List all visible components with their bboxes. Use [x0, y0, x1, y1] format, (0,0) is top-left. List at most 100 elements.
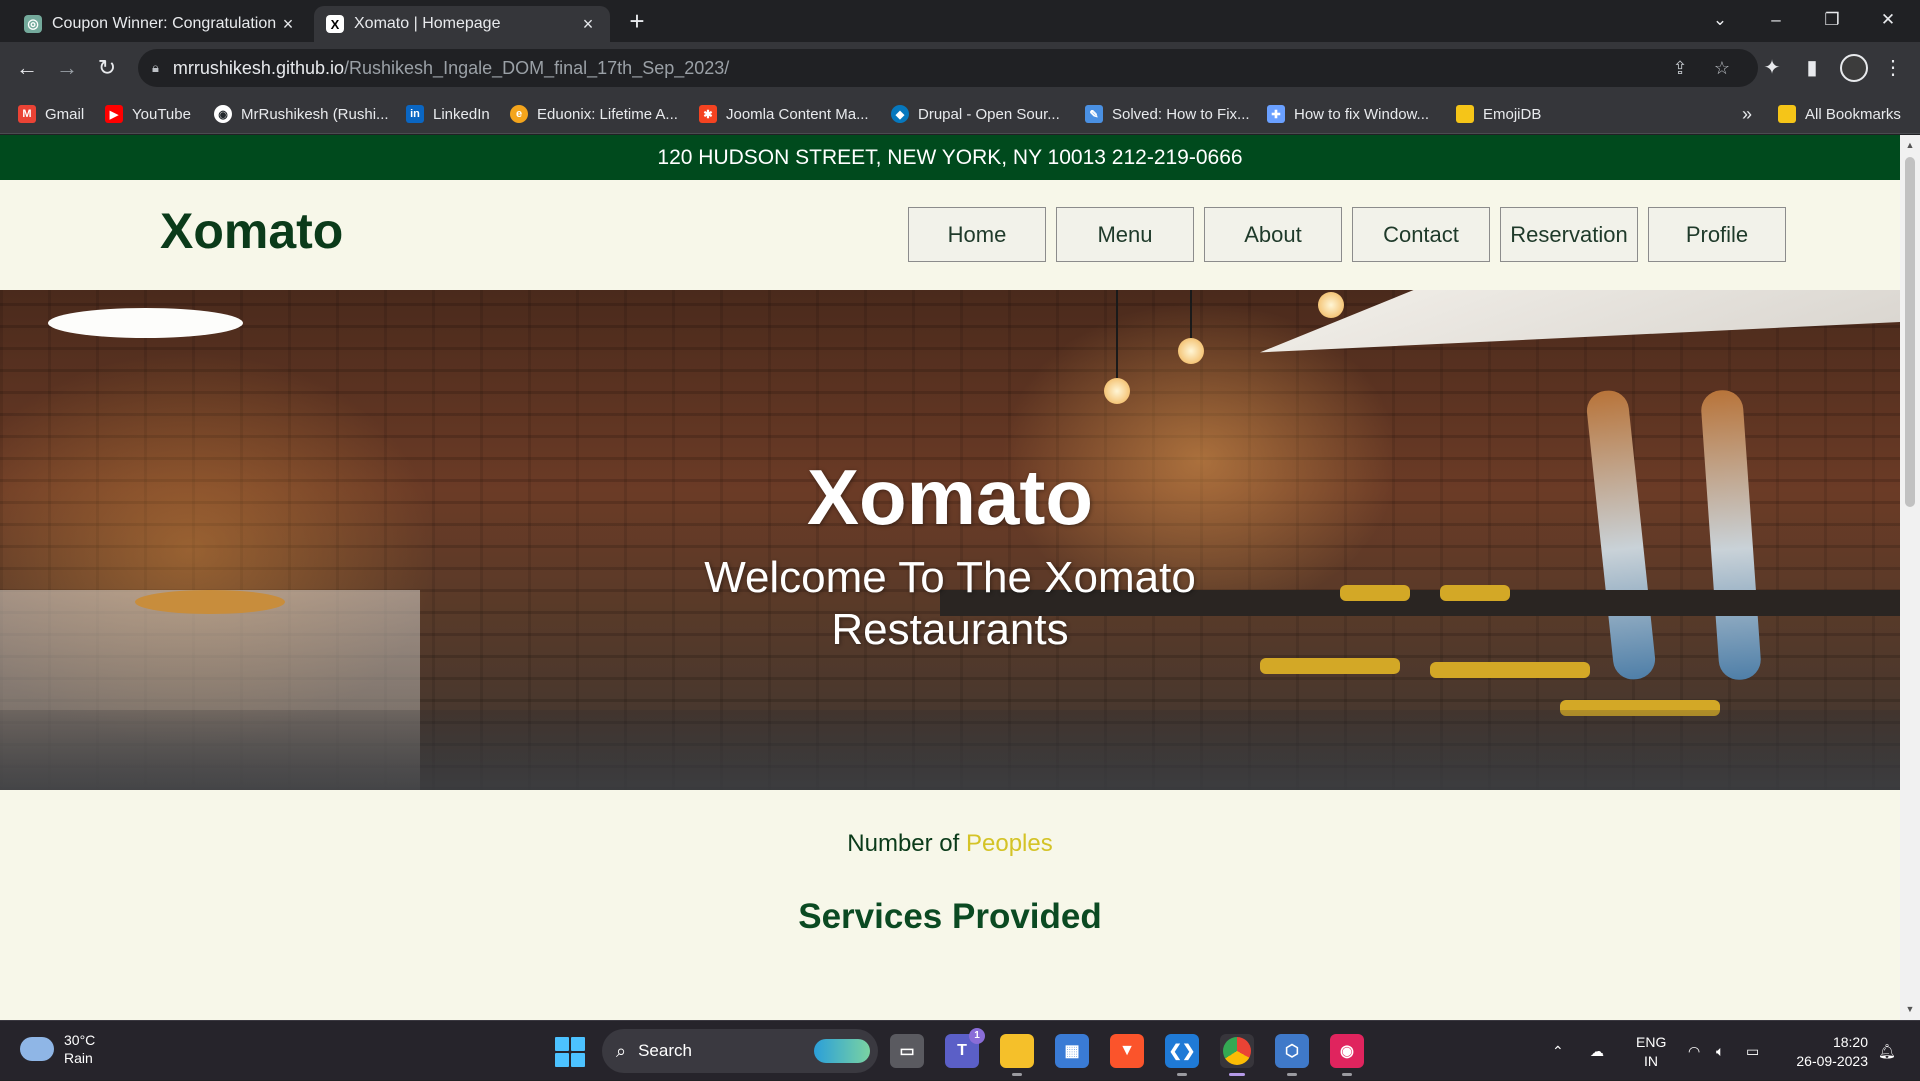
- teams-icon[interactable]: T1: [945, 1028, 985, 1068]
- page-scrollbar[interactable]: ▲ ▼: [1900, 135, 1920, 1020]
- task-view-icon[interactable]: ▭: [890, 1034, 924, 1068]
- wifi-icon[interactable]: ◠: [1688, 1021, 1700, 1081]
- bookmark-label: LinkedIn: [433, 105, 490, 123]
- system-clock[interactable]: 18:20 26-09-2023: [1784, 1033, 1868, 1071]
- browser-toolbar: ← → ↻ 🔒︎ mrrushikesh.github.io/Rushikesh…: [0, 42, 1920, 94]
- bookmark-label: Drupal - Open Sour...: [918, 105, 1060, 123]
- restore-button[interactable]: ❐: [1804, 0, 1860, 40]
- extensions-icon[interactable]: ✦: [1758, 54, 1786, 82]
- chair-shape: [1440, 585, 1510, 601]
- vscode-icon[interactable]: ❮❯: [1165, 1034, 1199, 1076]
- tab-coupon-winner[interactable]: ◎ Coupon Winner: Congratulation ×: [12, 6, 310, 42]
- bookmark-drupal[interactable]: ◆ Drupal - Open Sour...: [891, 102, 1060, 126]
- gmail-icon: M: [18, 105, 36, 123]
- close-icon[interactable]: ×: [578, 14, 598, 35]
- close-icon[interactable]: ×: [278, 14, 298, 35]
- weather-widget[interactable]: 30°C Rain: [20, 1031, 95, 1067]
- tab-title: Coupon Winner: Congratulation: [52, 15, 277, 32]
- windows-taskbar: 30°C Rain ⌕ Search ▭ T1 ▦ ▼ ❮❯ ⬡ ◉ ⌃ ☁ E…: [0, 1020, 1920, 1080]
- bookmark-solved[interactable]: ✎ Solved: How to Fix...: [1085, 102, 1250, 126]
- brave-browser-icon[interactable]: ▼: [1110, 1034, 1144, 1068]
- light-bulb: [1318, 292, 1344, 318]
- chair-shape: [1340, 585, 1410, 601]
- nav-contact-button[interactable]: Contact: [1352, 207, 1490, 262]
- count-highlight: Peoples: [965, 830, 1053, 857]
- weather-condition: Rain: [64, 1050, 93, 1066]
- bookmark-joomla[interactable]: ✱ Joomla Content Ma...: [699, 102, 869, 126]
- tab-xomato-homepage[interactable]: X Xomato | Homepage ×: [314, 6, 610, 42]
- bookmark-gmail[interactable]: M Gmail: [18, 102, 84, 126]
- bookmark-linkedin[interactable]: in LinkedIn: [406, 102, 490, 126]
- clock-time: 18:20: [1832, 1034, 1868, 1050]
- site-logo[interactable]: Xomato: [160, 202, 343, 260]
- clock-date: 26-09-2023: [1796, 1053, 1868, 1069]
- address-bar[interactable]: 🔒︎ mrrushikesh.github.io/Rushikesh_Ingal…: [138, 49, 1758, 87]
- people-count-heading: Number of Peoples: [0, 830, 1900, 858]
- bookmark-emojidb[interactable]: EmojiDB: [1456, 102, 1541, 126]
- back-button[interactable]: ←: [11, 52, 43, 84]
- search-label: Search: [638, 1041, 692, 1060]
- youtube-icon: ▶: [105, 105, 123, 123]
- drupal-icon: ◆: [891, 105, 909, 123]
- taskbar-search[interactable]: ⌕ Search: [602, 1029, 878, 1073]
- tab-search-icon[interactable]: ⌄: [1692, 0, 1748, 40]
- chair-shape: [1430, 662, 1590, 678]
- light-bulb: [1178, 338, 1204, 364]
- lamp-cord: [1116, 290, 1118, 382]
- menu-icon[interactable]: ⋮: [1879, 54, 1907, 82]
- temperature: 30°C: [64, 1032, 96, 1048]
- site-header: Xomato Home Menu About Contact Reservati…: [0, 180, 1900, 290]
- virtualbox-icon[interactable]: ⬡: [1275, 1034, 1309, 1076]
- onedrive-icon[interactable]: ☁: [1590, 1021, 1604, 1081]
- nav-menu-button[interactable]: Menu: [1056, 207, 1194, 262]
- microsoft-store-icon[interactable]: ▦: [1055, 1034, 1089, 1068]
- reload-button[interactable]: ↻: [91, 52, 123, 84]
- file-explorer-icon[interactable]: [1000, 1034, 1034, 1076]
- search-highlight-icon: [814, 1039, 870, 1063]
- ide-app-icon[interactable]: ◉: [1330, 1034, 1364, 1076]
- volume-icon[interactable]: 🔈︎: [1716, 1021, 1724, 1081]
- all-bookmarks[interactable]: All Bookmarks: [1778, 102, 1901, 126]
- scroll-down-arrow[interactable]: ▼: [1900, 1001, 1920, 1017]
- lock-icon[interactable]: 🔒︎: [152, 60, 159, 76]
- bookmark-label: YouTube: [132, 105, 191, 123]
- eduonix-icon: e: [510, 105, 528, 123]
- profile-avatar[interactable]: [1840, 54, 1868, 82]
- bookmark-label: EmojiDB: [1483, 105, 1542, 123]
- services-heading: Services Provided: [798, 897, 1102, 936]
- forward-button[interactable]: →: [51, 52, 83, 84]
- bookmark-youtube[interactable]: ▶ YouTube: [105, 102, 191, 126]
- show-hidden-icons[interactable]: ⌃: [1552, 1021, 1564, 1081]
- bookmark-github[interactable]: ◉ MrRushikesh (Rushi...: [214, 102, 389, 126]
- language-indicator[interactable]: ENG IN: [1636, 1033, 1666, 1071]
- side-panel-icon[interactable]: ▮: [1798, 54, 1826, 82]
- chrome-logo: [1223, 1037, 1251, 1065]
- running-indicator: [1229, 1073, 1245, 1076]
- scroll-up-arrow[interactable]: ▲: [1900, 137, 1920, 153]
- running-indicator: [1177, 1073, 1187, 1076]
- tab-title: Xomato | Homepage: [354, 15, 501, 32]
- bookmark-star-icon[interactable]: ☆: [1712, 58, 1732, 78]
- minimize-button[interactable]: –: [1748, 0, 1804, 40]
- stool-shape: [135, 590, 285, 614]
- nav-profile-button[interactable]: Profile: [1648, 207, 1786, 262]
- chrome-icon[interactable]: [1220, 1034, 1254, 1076]
- light-bulb: [1104, 378, 1130, 404]
- bookmark-windows-fix[interactable]: ✚ How to fix Window...: [1267, 102, 1429, 126]
- notification-bell-icon[interactable]: 🔔︎: [1878, 1021, 1896, 1081]
- bookmark-label: Eduonix: Lifetime A...: [537, 105, 678, 123]
- x-icon: X: [326, 15, 344, 33]
- battery-icon[interactable]: ▭: [1746, 1021, 1759, 1081]
- bookmark-label: All Bookmarks: [1805, 105, 1901, 123]
- nav-reservation-button[interactable]: Reservation: [1500, 207, 1638, 262]
- close-window-button[interactable]: ✕: [1860, 0, 1916, 40]
- bookmark-eduonix[interactable]: e Eduonix: Lifetime A...: [510, 102, 678, 126]
- windows-start-icon[interactable]: [555, 1037, 585, 1067]
- nav-home-button[interactable]: Home: [908, 207, 1046, 262]
- count-prefix: Number of: [847, 830, 960, 857]
- new-tab-button[interactable]: +: [622, 6, 652, 36]
- scrollbar-thumb[interactable]: [1905, 157, 1915, 507]
- nav-about-button[interactable]: About: [1204, 207, 1342, 262]
- share-icon[interactable]: ⇪: [1670, 58, 1690, 78]
- more-bookmarks-button[interactable]: »: [1742, 102, 1752, 126]
